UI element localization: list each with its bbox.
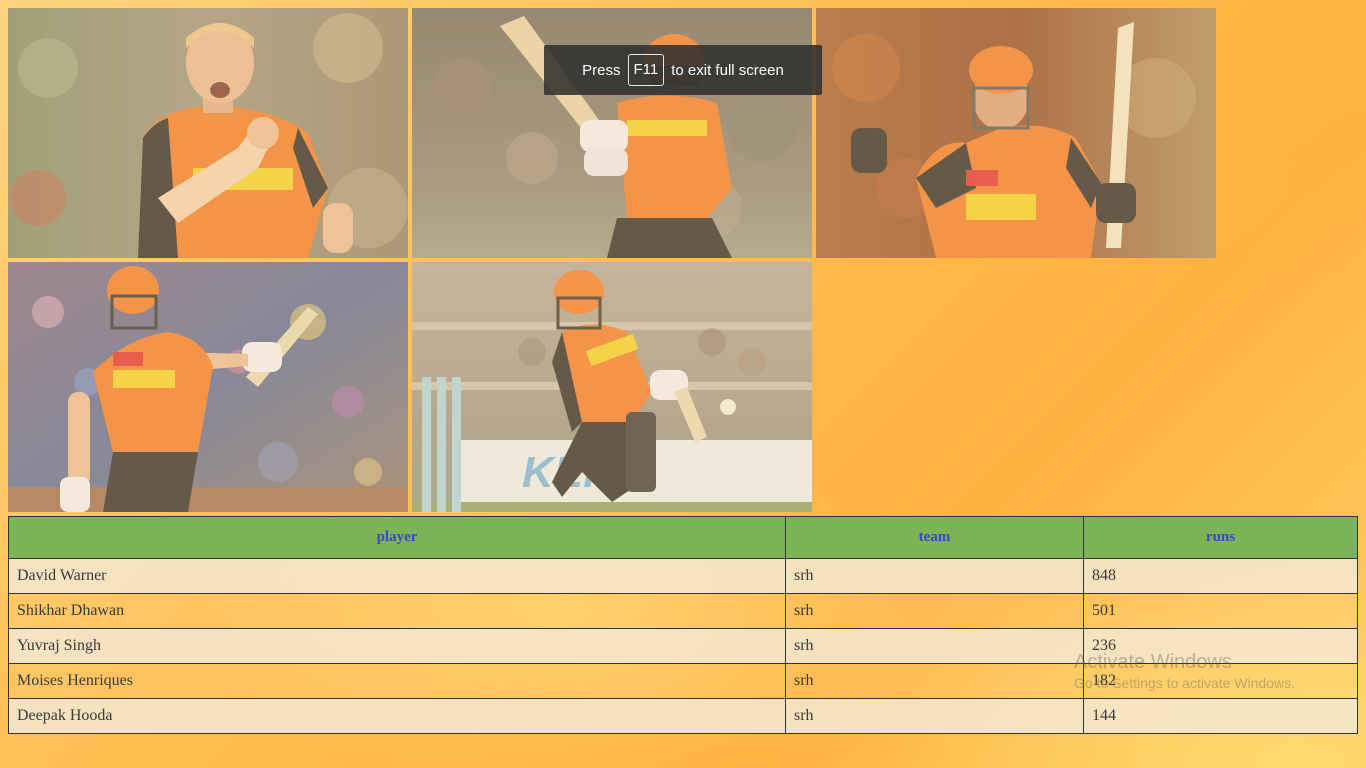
fullscreen-notice-suffix: to exit full screen xyxy=(671,61,784,79)
player-photo-1 xyxy=(8,8,408,258)
cell-player: Shikhar Dhawan xyxy=(8,593,786,629)
cell-team: srh xyxy=(785,593,1084,629)
cell-team: srh xyxy=(785,698,1084,734)
player-photo-3 xyxy=(816,8,1216,258)
cell-player: Yuvraj Singh xyxy=(8,628,786,664)
column-header-player: player xyxy=(8,516,786,559)
cell-runs: 236 xyxy=(1083,628,1358,664)
fullscreen-notice: Press F11 to exit full screen xyxy=(544,45,822,95)
cell-runs: 848 xyxy=(1083,558,1358,594)
table-header-row: player team runs xyxy=(8,516,1358,559)
cell-player: Moises Henriques xyxy=(8,663,786,699)
table-row: David Warner srh 848 xyxy=(8,558,1358,594)
cell-runs: 182 xyxy=(1083,663,1358,699)
player-photo-5: KEI xyxy=(412,262,812,512)
fullscreen-notice-prefix: Press xyxy=(582,61,621,79)
f11-key-badge: F11 xyxy=(627,54,665,86)
cell-player: Deepak Hooda xyxy=(8,698,786,734)
table-row: Moises Henriques srh 182 xyxy=(8,663,1358,699)
column-header-runs: runs xyxy=(1083,516,1358,559)
cell-team: srh xyxy=(785,628,1084,664)
player-photo-4 xyxy=(8,262,408,512)
player-runs-table: player team runs David Warner srh 848 Sh… xyxy=(8,516,1358,734)
table-row: Shikhar Dhawan srh 501 xyxy=(8,593,1358,629)
table-row: Deepak Hooda srh 144 xyxy=(8,698,1358,734)
cell-runs: 144 xyxy=(1083,698,1358,734)
cell-player: David Warner xyxy=(8,558,786,594)
cell-team: srh xyxy=(785,558,1084,594)
table-row: Yuvraj Singh srh 236 xyxy=(8,628,1358,664)
cell-team: srh xyxy=(785,663,1084,699)
cell-runs: 501 xyxy=(1083,593,1358,629)
column-header-team: team xyxy=(785,516,1084,559)
